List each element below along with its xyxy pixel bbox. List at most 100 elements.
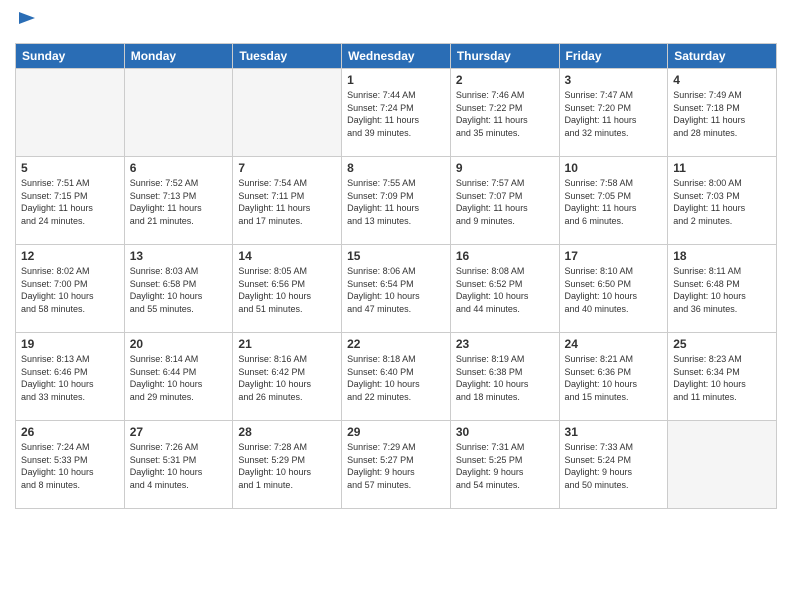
day-number: 1 xyxy=(347,73,445,87)
day-info: Sunrise: 7:46 AM Sunset: 7:22 PM Dayligh… xyxy=(456,89,554,139)
day-number: 27 xyxy=(130,425,228,439)
calendar-cell: 13 Sunrise: 8:03 AM Sunset: 6:58 PM Dayli… xyxy=(124,245,233,333)
day-number: 30 xyxy=(456,425,554,439)
day-info: Sunrise: 8:23 AM Sunset: 6:34 PM Dayligh… xyxy=(673,353,771,403)
page: SundayMondayTuesdayWednesdayThursdayFrid… xyxy=(0,0,792,612)
logo-flag-icon xyxy=(17,10,37,30)
weekday-header: Wednesday xyxy=(342,44,451,69)
day-info: Sunrise: 7:33 AM Sunset: 5:24 PM Dayligh… xyxy=(565,441,663,491)
day-info: Sunrise: 7:28 AM Sunset: 5:29 PM Dayligh… xyxy=(238,441,336,491)
calendar-cell: 20 Sunrise: 8:14 AM Sunset: 6:44 PM Dayli… xyxy=(124,333,233,421)
calendar-cell: 16 Sunrise: 8:08 AM Sunset: 6:52 PM Dayli… xyxy=(450,245,559,333)
day-info: Sunrise: 8:05 AM Sunset: 6:56 PM Dayligh… xyxy=(238,265,336,315)
calendar-cell xyxy=(233,69,342,157)
calendar-cell xyxy=(124,69,233,157)
calendar-cell: 21Sunrise: 8:16 AM Sunset: 6:42 PM Dayli… xyxy=(233,333,342,421)
calendar-cell: 8Sunrise: 7:55 AM Sunset: 7:09 PM Daylig… xyxy=(342,157,451,245)
day-info: Sunrise: 7:51 AM Sunset: 7:15 PM Dayligh… xyxy=(21,177,119,227)
day-info: Sunrise: 7:47 AM Sunset: 7:20 PM Dayligh… xyxy=(565,89,663,139)
calendar-cell: 4 Sunrise: 7:49 AM Sunset: 7:18 PM Daylig… xyxy=(668,69,777,157)
weekday-header: Thursday xyxy=(450,44,559,69)
day-info: Sunrise: 8:11 AM Sunset: 6:48 PM Dayligh… xyxy=(673,265,771,315)
day-number: 16 xyxy=(456,249,554,263)
calendar-cell: 9 Sunrise: 7:57 AM Sunset: 7:07 PM Daylig… xyxy=(450,157,559,245)
calendar-cell: 22 Sunrise: 8:18 AM Sunset: 6:40 PM Dayli… xyxy=(342,333,451,421)
day-info: Sunrise: 7:49 AM Sunset: 7:18 PM Dayligh… xyxy=(673,89,771,139)
day-info: Sunrise: 8:00 AM Sunset: 7:03 PM Dayligh… xyxy=(673,177,771,227)
calendar-week-row: 26Sunrise: 7:24 AM Sunset: 5:33 PM Dayli… xyxy=(16,421,777,509)
calendar-cell: 5 Sunrise: 7:51 AM Sunset: 7:15 PM Daylig… xyxy=(16,157,125,245)
day-number: 13 xyxy=(130,249,228,263)
calendar-cell: 31Sunrise: 7:33 AM Sunset: 5:24 PM Dayli… xyxy=(559,421,668,509)
day-info: Sunrise: 8:13 AM Sunset: 6:46 PM Dayligh… xyxy=(21,353,119,403)
calendar-cell: 17Sunrise: 8:10 AM Sunset: 6:50 PM Dayli… xyxy=(559,245,668,333)
calendar-cell: 1 Sunrise: 7:44 AM Sunset: 7:24 PM Daylig… xyxy=(342,69,451,157)
weekday-header: Sunday xyxy=(16,44,125,69)
day-info: Sunrise: 7:58 AM Sunset: 7:05 PM Dayligh… xyxy=(565,177,663,227)
day-number: 22 xyxy=(347,337,445,351)
day-number: 8 xyxy=(347,161,445,175)
day-number: 6 xyxy=(130,161,228,175)
day-number: 4 xyxy=(673,73,771,87)
day-number: 18 xyxy=(673,249,771,263)
day-info: Sunrise: 8:18 AM Sunset: 6:40 PM Dayligh… xyxy=(347,353,445,403)
day-number: 26 xyxy=(21,425,119,439)
calendar-cell: 26Sunrise: 7:24 AM Sunset: 5:33 PM Dayli… xyxy=(16,421,125,509)
weekday-header: Friday xyxy=(559,44,668,69)
day-number: 3 xyxy=(565,73,663,87)
day-info: Sunrise: 7:52 AM Sunset: 7:13 PM Dayligh… xyxy=(130,177,228,227)
calendar-cell xyxy=(668,421,777,509)
header xyxy=(15,10,777,35)
calendar-cell: 15 Sunrise: 8:06 AM Sunset: 6:54 PM Dayli… xyxy=(342,245,451,333)
day-number: 19 xyxy=(21,337,119,351)
day-number: 20 xyxy=(130,337,228,351)
calendar-cell: 11 Sunrise: 8:00 AM Sunset: 7:03 PM Dayli… xyxy=(668,157,777,245)
day-info: Sunrise: 8:03 AM Sunset: 6:58 PM Dayligh… xyxy=(130,265,228,315)
day-number: 28 xyxy=(238,425,336,439)
calendar-cell: 25 Sunrise: 8:23 AM Sunset: 6:34 PM Dayli… xyxy=(668,333,777,421)
day-number: 12 xyxy=(21,249,119,263)
calendar-week-row: 12 Sunrise: 8:02 AM Sunset: 7:00 PM Dayli… xyxy=(16,245,777,333)
day-number: 15 xyxy=(347,249,445,263)
day-info: Sunrise: 7:54 AM Sunset: 7:11 PM Dayligh… xyxy=(238,177,336,227)
calendar-cell: 30 Sunrise: 7:31 AM Sunset: 5:25 PM Dayli… xyxy=(450,421,559,509)
logo xyxy=(15,10,37,35)
weekday-header: Monday xyxy=(124,44,233,69)
day-number: 2 xyxy=(456,73,554,87)
day-info: Sunrise: 8:21 AM Sunset: 6:36 PM Dayligh… xyxy=(565,353,663,403)
day-number: 24 xyxy=(565,337,663,351)
calendar-cell: 7 Sunrise: 7:54 AM Sunset: 7:11 PM Daylig… xyxy=(233,157,342,245)
day-number: 17 xyxy=(565,249,663,263)
day-info: Sunrise: 8:19 AM Sunset: 6:38 PM Dayligh… xyxy=(456,353,554,403)
day-info: Sunrise: 8:14 AM Sunset: 6:44 PM Dayligh… xyxy=(130,353,228,403)
day-info: Sunrise: 8:02 AM Sunset: 7:00 PM Dayligh… xyxy=(21,265,119,315)
calendar-week-row: 5 Sunrise: 7:51 AM Sunset: 7:15 PM Daylig… xyxy=(16,157,777,245)
calendar-cell: 3 Sunrise: 7:47 AM Sunset: 7:20 PM Daylig… xyxy=(559,69,668,157)
day-info: Sunrise: 8:08 AM Sunset: 6:52 PM Dayligh… xyxy=(456,265,554,315)
calendar-cell: 10Sunrise: 7:58 AM Sunset: 7:05 PM Dayli… xyxy=(559,157,668,245)
calendar-cell: 6 Sunrise: 7:52 AM Sunset: 7:13 PM Daylig… xyxy=(124,157,233,245)
day-number: 11 xyxy=(673,161,771,175)
calendar-cell: 12 Sunrise: 8:02 AM Sunset: 7:00 PM Dayli… xyxy=(16,245,125,333)
day-number: 7 xyxy=(238,161,336,175)
day-info: Sunrise: 7:44 AM Sunset: 7:24 PM Dayligh… xyxy=(347,89,445,139)
calendar-cell: 2 Sunrise: 7:46 AM Sunset: 7:22 PM Daylig… xyxy=(450,69,559,157)
day-number: 23 xyxy=(456,337,554,351)
calendar-cell: 24 Sunrise: 8:21 AM Sunset: 6:36 PM Dayli… xyxy=(559,333,668,421)
calendar-cell: 27 Sunrise: 7:26 AM Sunset: 5:31 PM Dayli… xyxy=(124,421,233,509)
day-info: Sunrise: 8:06 AM Sunset: 6:54 PM Dayligh… xyxy=(347,265,445,315)
calendar-table: SundayMondayTuesdayWednesdayThursdayFrid… xyxy=(15,43,777,509)
day-info: Sunrise: 7:57 AM Sunset: 7:07 PM Dayligh… xyxy=(456,177,554,227)
calendar-cell xyxy=(16,69,125,157)
weekday-header: Tuesday xyxy=(233,44,342,69)
day-info: Sunrise: 7:31 AM Sunset: 5:25 PM Dayligh… xyxy=(456,441,554,491)
calendar-week-row: 19 Sunrise: 8:13 AM Sunset: 6:46 PM Dayli… xyxy=(16,333,777,421)
calendar-cell: 18 Sunrise: 8:11 AM Sunset: 6:48 PM Dayli… xyxy=(668,245,777,333)
day-number: 21 xyxy=(238,337,336,351)
day-info: Sunrise: 7:26 AM Sunset: 5:31 PM Dayligh… xyxy=(130,441,228,491)
calendar-cell: 14Sunrise: 8:05 AM Sunset: 6:56 PM Dayli… xyxy=(233,245,342,333)
day-number: 9 xyxy=(456,161,554,175)
day-number: 5 xyxy=(21,161,119,175)
day-number: 25 xyxy=(673,337,771,351)
calendar-cell: 23 Sunrise: 8:19 AM Sunset: 6:38 PM Dayli… xyxy=(450,333,559,421)
